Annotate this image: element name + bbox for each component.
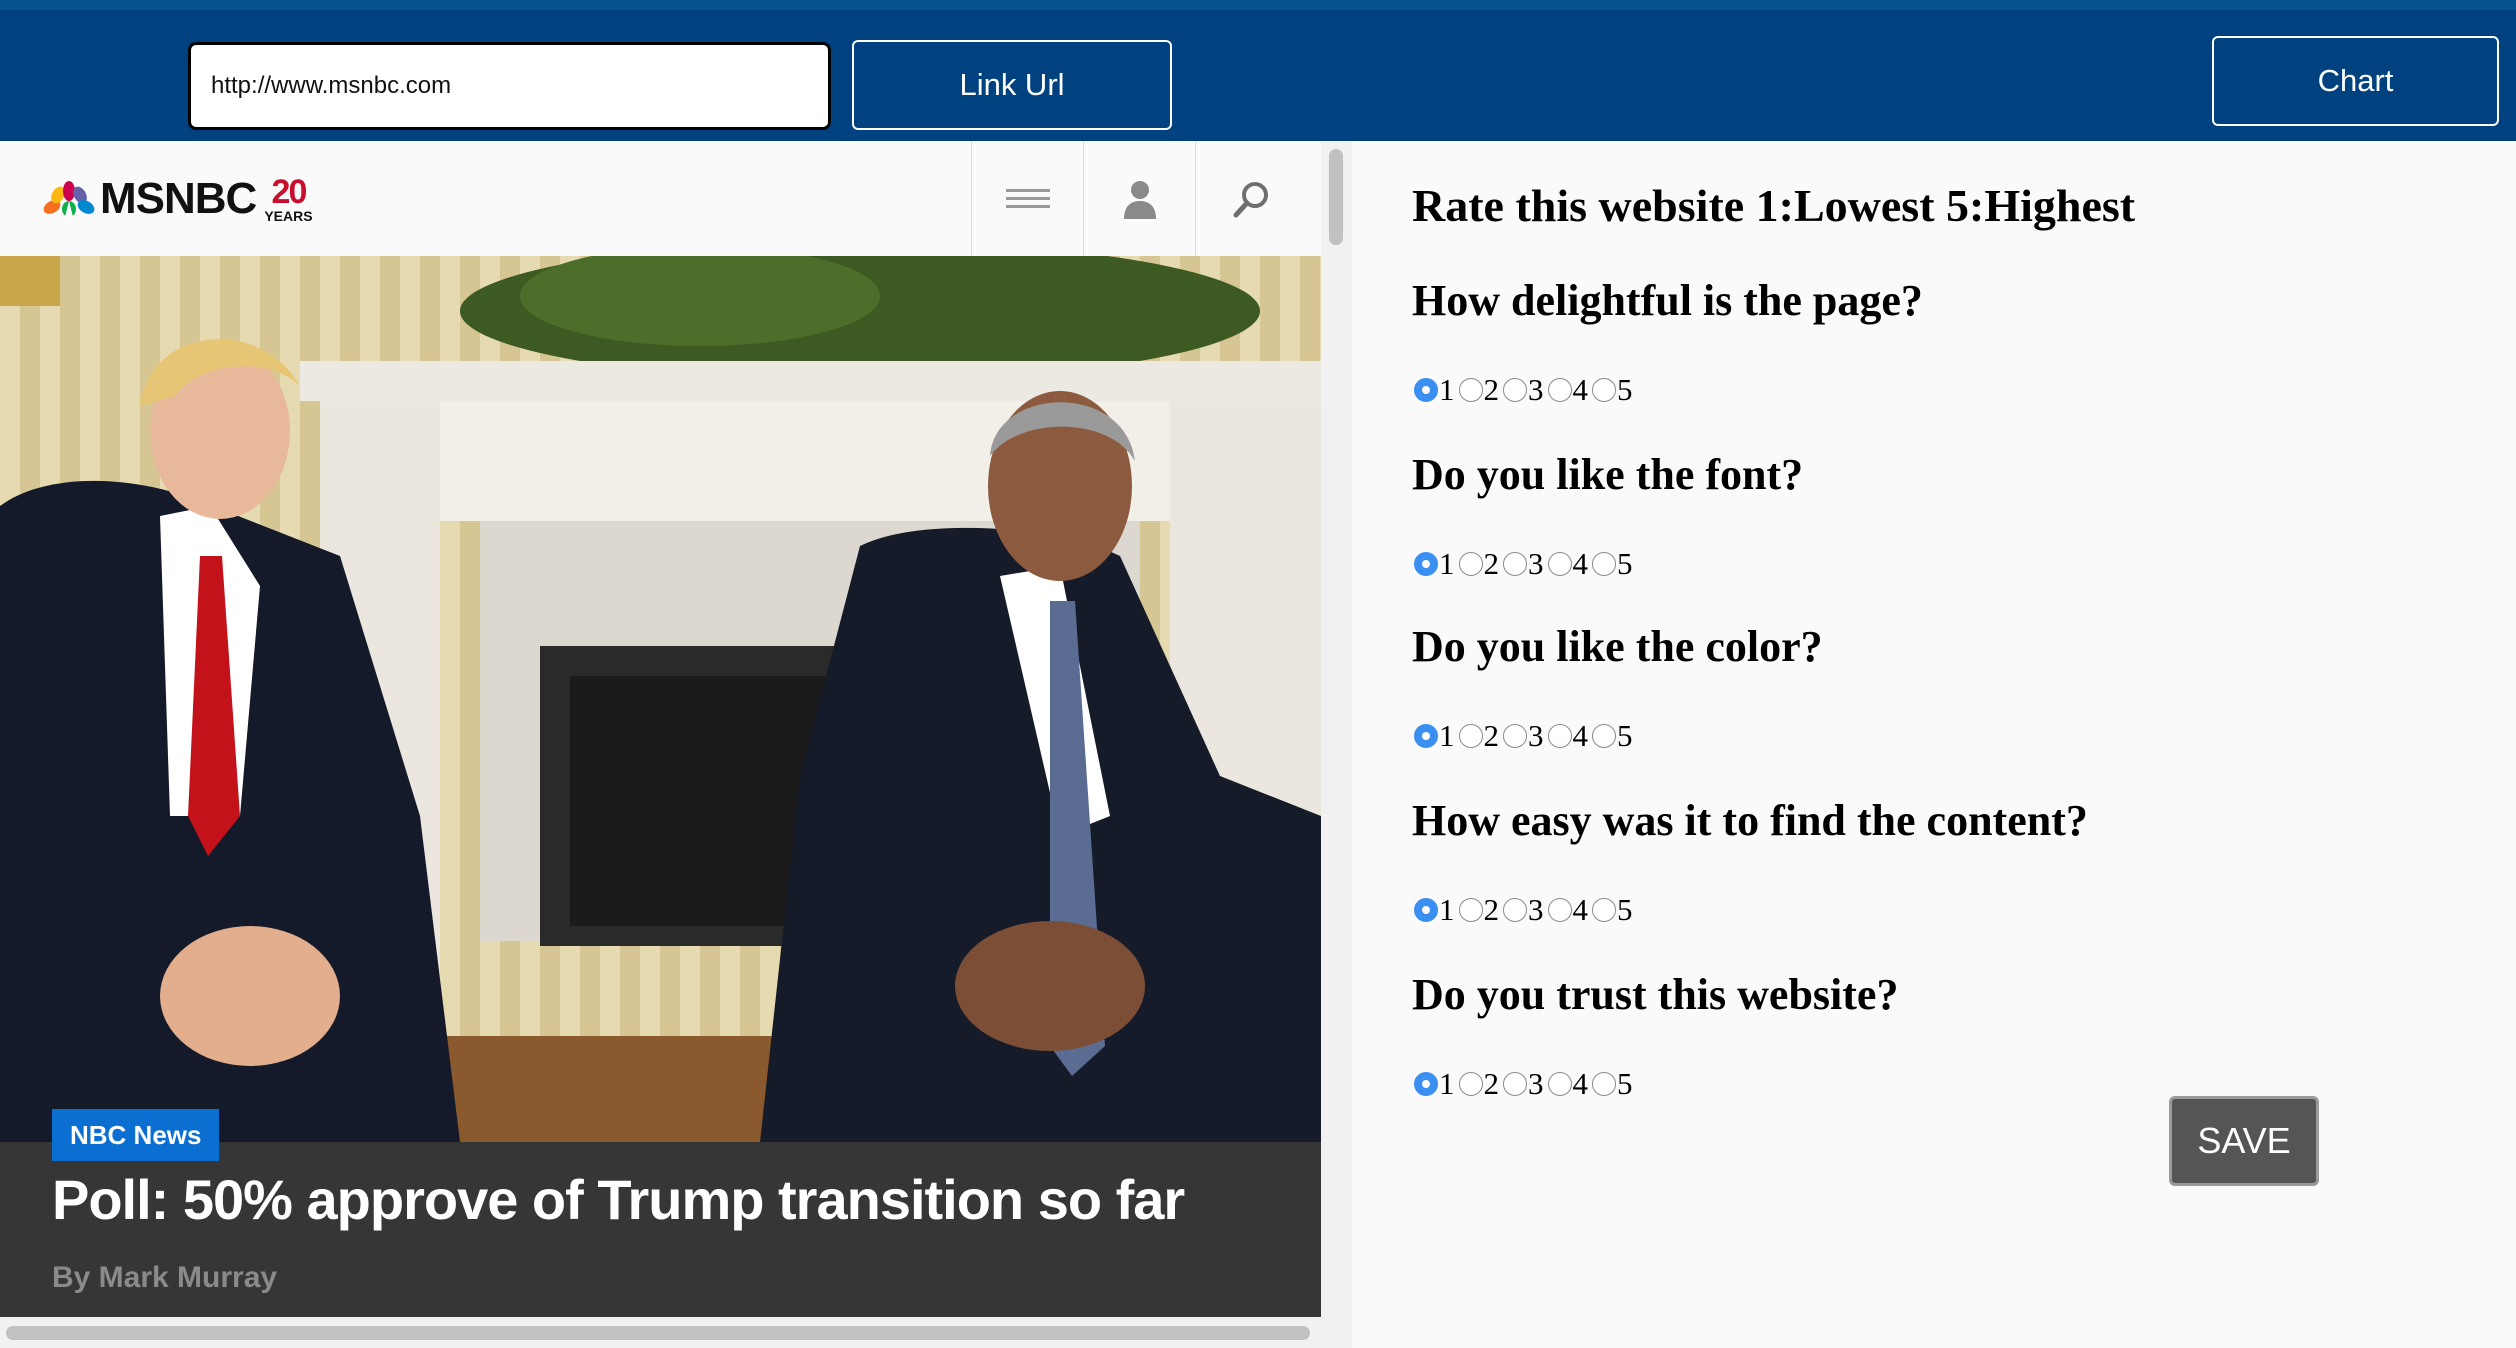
rating-group: 12345 bbox=[1412, 372, 1635, 408]
rating-group: 12345 bbox=[1412, 546, 1635, 582]
rating-option-label: 4 bbox=[1572, 892, 1589, 927]
rating-option-label: 2 bbox=[1483, 372, 1500, 407]
rating-radio-3[interactable] bbox=[1503, 552, 1527, 576]
rating-option-label: 5 bbox=[1617, 892, 1633, 927]
rating-group: 12345 bbox=[1412, 1066, 1635, 1102]
article-byline[interactable]: By Mark Murray bbox=[52, 1261, 277, 1295]
rating-radio-1[interactable] bbox=[1414, 724, 1438, 748]
vertical-scrollbar[interactable] bbox=[1321, 141, 1352, 1317]
search-button[interactable] bbox=[1195, 141, 1308, 256]
account-button[interactable] bbox=[1083, 141, 1196, 256]
logo-years: 20 YEARS bbox=[264, 175, 312, 223]
rating-option-label: 4 bbox=[1572, 1066, 1589, 1101]
horizontal-scrollbar[interactable] bbox=[0, 1317, 1352, 1348]
rating-radio-2[interactable] bbox=[1458, 724, 1483, 748]
rating-radio-5[interactable] bbox=[1592, 1072, 1616, 1096]
search-icon bbox=[1233, 181, 1268, 217]
rating-radio-3[interactable] bbox=[1503, 1072, 1527, 1096]
rating-radio-4[interactable] bbox=[1547, 378, 1572, 402]
vertical-scroll-thumb[interactable] bbox=[1329, 149, 1343, 245]
rating-radio-2[interactable] bbox=[1458, 378, 1483, 402]
rating-option-label: 5 bbox=[1617, 718, 1633, 753]
rating-radio-1[interactable] bbox=[1414, 898, 1438, 922]
rating-radio-5[interactable] bbox=[1592, 724, 1616, 748]
link-url-button[interactable]: Link Url bbox=[852, 40, 1172, 130]
rating-option-label: 1 bbox=[1439, 1066, 1455, 1101]
rating-option-label: 2 bbox=[1483, 718, 1500, 753]
hero-image[interactable] bbox=[0, 256, 1321, 1142]
msnbc-logo[interactable]: MSNBC 20 YEARS bbox=[42, 171, 313, 227]
rating-radio-3[interactable] bbox=[1503, 898, 1527, 922]
rating-radio-1[interactable] bbox=[1414, 378, 1438, 402]
survey-title: Rate this website 1:Lowest 5:Highest bbox=[1412, 180, 2136, 231]
rating-option-label: 2 bbox=[1483, 1066, 1500, 1101]
rating-radio-5[interactable] bbox=[1592, 898, 1616, 922]
logo-years-number: 20 bbox=[271, 173, 308, 211]
rating-radio-5[interactable] bbox=[1592, 378, 1616, 402]
article-headline[interactable]: Poll: 50% approve of Trump transition so… bbox=[52, 1167, 1185, 1232]
rating-group: 12345 bbox=[1412, 892, 1635, 928]
rating-option-label: 1 bbox=[1439, 718, 1455, 753]
url-input[interactable] bbox=[188, 42, 831, 130]
chart-button[interactable]: Chart bbox=[2212, 36, 2499, 126]
rating-radio-3[interactable] bbox=[1503, 378, 1527, 402]
top-strip bbox=[0, 0, 2516, 10]
rating-radio-4[interactable] bbox=[1547, 724, 1572, 748]
rating-radio-4[interactable] bbox=[1547, 552, 1572, 576]
rating-radio-5[interactable] bbox=[1592, 552, 1616, 576]
user-icon bbox=[1124, 180, 1156, 219]
question-trust: Do you trust this website? bbox=[1412, 970, 1899, 1019]
horizontal-scroll-thumb[interactable] bbox=[6, 1326, 1310, 1340]
rating-option-label: 2 bbox=[1483, 546, 1500, 581]
source-badge[interactable]: NBC News bbox=[52, 1109, 220, 1161]
logo-text: MSNBC bbox=[100, 174, 257, 223]
menu-button[interactable] bbox=[971, 141, 1084, 256]
rating-radio-4[interactable] bbox=[1547, 898, 1572, 922]
website-preview: MSNBC 20 YEARS NBC News Poll: 50% approv… bbox=[0, 141, 1352, 1348]
peacock-icon bbox=[43, 181, 95, 217]
rating-radio-1[interactable] bbox=[1414, 1072, 1438, 1096]
rating-option-label: 3 bbox=[1528, 546, 1544, 581]
rating-option-label: 1 bbox=[1439, 372, 1455, 407]
rating-option-label: 2 bbox=[1483, 892, 1500, 927]
rating-radio-3[interactable] bbox=[1503, 724, 1527, 748]
toolbar: Link Url Chart bbox=[0, 10, 2516, 141]
rating-option-label: 1 bbox=[1439, 892, 1455, 927]
rating-option-label: 4 bbox=[1572, 718, 1589, 753]
logo-years-label: YEARS bbox=[264, 208, 313, 224]
question-find-content: How easy was it to find the content? bbox=[1412, 796, 2088, 845]
rating-option-label: 4 bbox=[1572, 546, 1589, 581]
rating-option-label: 5 bbox=[1617, 372, 1633, 407]
save-button[interactable]: SAVE bbox=[2169, 1096, 2319, 1186]
rating-option-label: 3 bbox=[1528, 718, 1544, 753]
question-delightful: How delightful is the page? bbox=[1412, 276, 1923, 325]
rating-option-label: 3 bbox=[1528, 372, 1544, 407]
question-color: Do you like the color? bbox=[1412, 622, 1823, 671]
rating-option-label: 3 bbox=[1528, 892, 1544, 927]
rating-survey: Rate this website 1:Lowest 5:Highest How… bbox=[1352, 141, 2516, 1348]
rating-radio-2[interactable] bbox=[1458, 552, 1483, 576]
rating-option-label: 5 bbox=[1617, 1066, 1633, 1101]
menu-icon bbox=[1006, 188, 1050, 208]
rating-option-label: 4 bbox=[1572, 372, 1589, 407]
rating-radio-1[interactable] bbox=[1414, 552, 1438, 576]
rating-radio-4[interactable] bbox=[1547, 1072, 1572, 1096]
rating-radio-2[interactable] bbox=[1458, 898, 1483, 922]
rating-radio-2[interactable] bbox=[1458, 1072, 1483, 1096]
rating-option-label: 5 bbox=[1617, 546, 1633, 581]
rating-group: 12345 bbox=[1412, 718, 1635, 754]
rating-option-label: 3 bbox=[1528, 1066, 1544, 1101]
site-header: MSNBC 20 YEARS bbox=[0, 141, 1321, 257]
question-font: Do you like the font? bbox=[1412, 450, 1804, 499]
rating-option-label: 1 bbox=[1439, 546, 1455, 581]
